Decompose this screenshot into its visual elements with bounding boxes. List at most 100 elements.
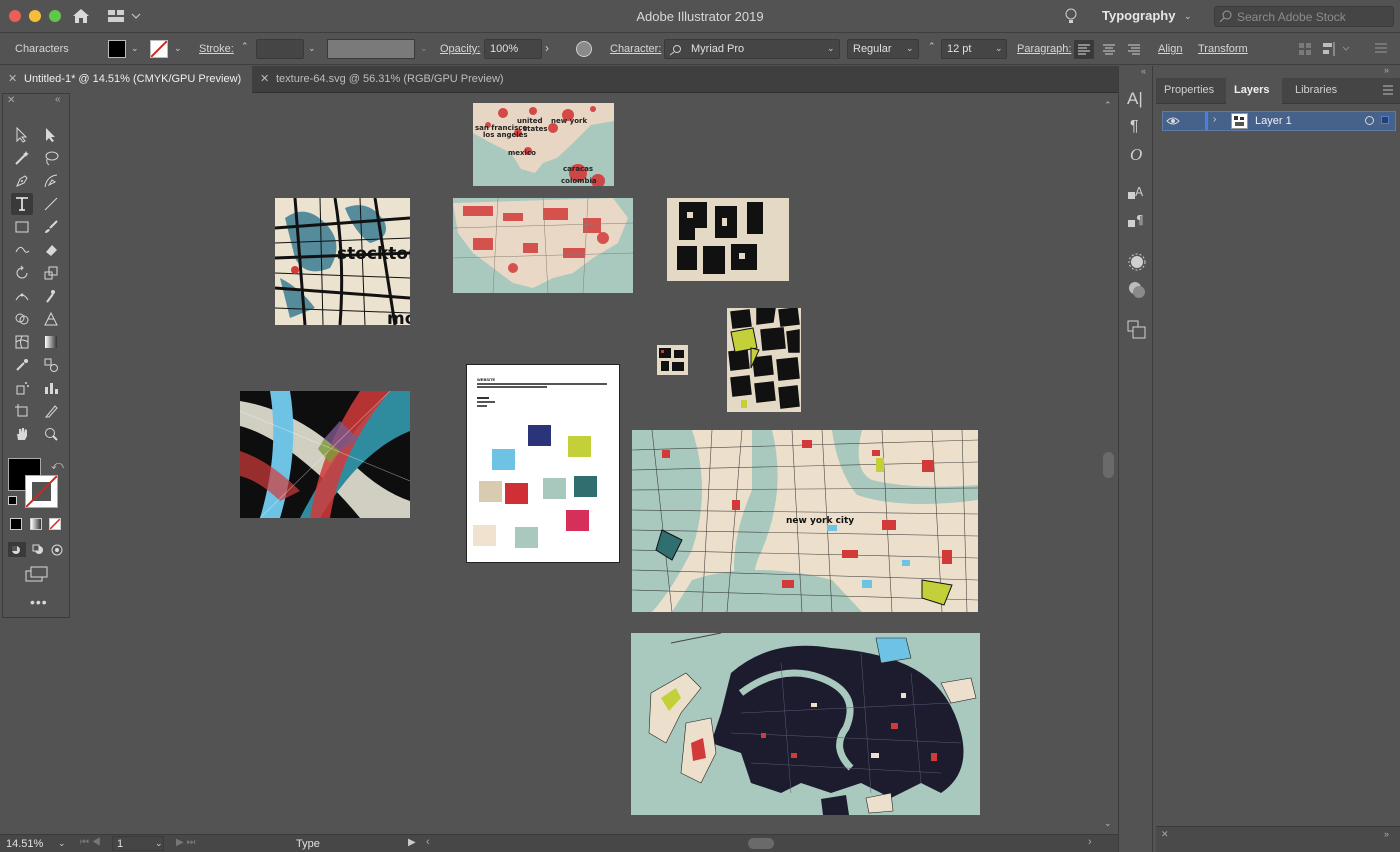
lightbulb-icon[interactable]: [1064, 7, 1078, 28]
chevron-up-icon[interactable]: ⌃: [1104, 100, 1112, 111]
home-icon[interactable]: [72, 8, 90, 27]
transform-link[interactable]: Transform: [1198, 43, 1248, 55]
close-window-button[interactable]: [9, 10, 21, 22]
fill-swatch[interactable]: [108, 40, 126, 58]
curvature-tool-icon[interactable]: [40, 170, 62, 192]
vertical-scrollbar[interactable]: ⌃ ⌄: [1100, 94, 1118, 834]
visibility-eye-icon[interactable]: [1166, 115, 1180, 130]
puppet-warp-tool-icon[interactable]: [40, 285, 62, 307]
screen-mode-icon[interactable]: [25, 566, 49, 585]
close-icon[interactable]: ✕: [1161, 829, 1169, 840]
stroke-swatch[interactable]: [150, 40, 168, 58]
color-swatch[interactable]: [528, 425, 551, 446]
draw-normal-icon[interactable]: [8, 542, 26, 557]
appearance-icon[interactable]: [1127, 252, 1147, 275]
workspace-switcher[interactable]: Typography: [1102, 8, 1175, 23]
draw-behind-icon[interactable]: [30, 542, 46, 560]
align-link[interactable]: Align: [1158, 43, 1182, 55]
selection-tool-icon[interactable]: [11, 124, 33, 146]
rotate-tool-icon[interactable]: [11, 262, 33, 284]
eyedropper-tool-icon[interactable]: [11, 354, 33, 376]
color-mode-icon[interactable]: [10, 518, 22, 530]
swap-colors-icon[interactable]: ⤺: [51, 458, 64, 473]
lasso-tool-icon[interactable]: [40, 147, 62, 169]
minimize-window-button[interactable]: [29, 10, 41, 22]
next-artboard-icon[interactable]: ▶ ⏭: [176, 837, 195, 848]
color-swatch[interactable]: [473, 525, 496, 546]
abstract-artwork[interactable]: [240, 391, 410, 518]
arrange-icon[interactable]: [1322, 41, 1352, 60]
chevron-right-icon[interactable]: ›: [545, 41, 549, 55]
status-menu-icon[interactable]: ▶: [408, 837, 416, 848]
stockton-map-artwork[interactable]: stockton mo: [275, 198, 410, 325]
chevron-down-icon[interactable]: ⌄: [1104, 818, 1112, 829]
chevron-down-icon[interactable]: ⌄: [308, 43, 316, 54]
close-icon[interactable]: ✕: [260, 72, 269, 85]
stroke-weight-field[interactable]: [256, 39, 304, 59]
city-blocks-artwork[interactable]: [727, 308, 801, 412]
chevron-right-icon[interactable]: ›: [1213, 114, 1216, 125]
direct-selection-tool-icon[interactable]: [40, 124, 62, 146]
scale-tool-icon[interactable]: [40, 262, 62, 284]
brush-definition[interactable]: [327, 39, 415, 59]
first-artboard-icon[interactable]: ⏮ ◀: [80, 837, 101, 848]
target-icon[interactable]: [1365, 116, 1374, 125]
opacity-label[interactable]: Opacity:: [440, 43, 480, 55]
shaper-tool-icon[interactable]: [11, 239, 33, 261]
paintbrush-tool-icon[interactable]: [40, 216, 62, 238]
stepper-icon[interactable]: ⌃: [928, 41, 936, 52]
color-swatch[interactable]: [515, 527, 538, 548]
close-icon[interactable]: ✕: [8, 72, 17, 85]
chevron-down-icon[interactable]: ⌄: [174, 43, 182, 54]
zoom-window-button[interactable]: [49, 10, 61, 22]
small-block-thumbnail[interactable]: [657, 345, 688, 375]
character-label[interactable]: Character:: [610, 43, 661, 55]
stock-search-input[interactable]: Search Adobe Stock: [1214, 6, 1394, 27]
align-left-icon[interactable]: [1074, 40, 1094, 59]
zoom-level[interactable]: 14.51%: [6, 838, 43, 850]
horizontal-scroll-thumb[interactable]: [748, 838, 774, 849]
chevron-down-icon[interactable]: ⌄: [131, 43, 139, 54]
collapse-panel-icon[interactable]: »: [1384, 829, 1389, 839]
new-york-city-map-artwork[interactable]: new york city: [632, 430, 978, 612]
recolor-artwork-icon[interactable]: [576, 41, 592, 57]
tab-layers[interactable]: Layers: [1234, 84, 1269, 96]
color-swatch[interactable]: [574, 476, 597, 497]
selection-indicator[interactable]: [1381, 116, 1389, 124]
north-america-map-artwork[interactable]: [453, 198, 633, 293]
perspective-grid-tool-icon[interactable]: [40, 308, 62, 330]
scroll-thumb[interactable]: [1103, 452, 1114, 478]
stepper-icon[interactable]: ⌃: [241, 41, 249, 52]
slice-tool-icon[interactable]: [40, 400, 62, 422]
americas-map-artwork[interactable]: united states new york san francisco los…: [473, 103, 614, 186]
column-graph-tool-icon[interactable]: [40, 377, 62, 399]
blend-tool-icon[interactable]: [40, 354, 62, 376]
color-swatch[interactable]: [479, 481, 502, 502]
color-swatch[interactable]: [543, 478, 566, 499]
color-swatch[interactable]: [566, 510, 589, 531]
chevron-down-icon[interactable]: ⌄: [827, 43, 835, 54]
collapse-panel-icon[interactable]: »: [1384, 65, 1389, 75]
artboards-panel-icon[interactable]: [1127, 320, 1147, 343]
width-tool-icon[interactable]: [11, 285, 33, 307]
color-palette-document[interactable]: WEBSITE: [466, 364, 620, 563]
pen-tool-icon[interactable]: [11, 170, 33, 192]
chevron-down-icon[interactable]: ⌄: [155, 838, 163, 849]
eraser-tool-icon[interactable]: [40, 239, 62, 261]
expand-panels-icon[interactable]: «: [1141, 66, 1146, 76]
opentype-panel-icon[interactable]: O: [1130, 145, 1142, 165]
rectangle-tool-icon[interactable]: [11, 216, 33, 238]
zoom-tool-icon[interactable]: [40, 423, 62, 445]
color-swatch[interactable]: [568, 436, 591, 457]
chevron-down-icon[interactable]: ⌄: [1184, 11, 1192, 22]
building-blocks-artwork[interactable]: [667, 198, 789, 281]
align-right-icon[interactable]: [1124, 40, 1144, 62]
venice-map-artwork[interactable]: [631, 633, 980, 815]
gradient-mode-icon[interactable]: [30, 518, 42, 530]
arrange-documents-icon[interactable]: [107, 8, 141, 27]
layer-row[interactable]: › Layer 1: [1162, 111, 1396, 131]
character-styles-icon[interactable]: A: [1127, 184, 1147, 205]
magic-wand-tool-icon[interactable]: [11, 147, 33, 169]
chevron-down-icon[interactable]: ⌄: [906, 43, 914, 54]
shape-builder-tool-icon[interactable]: [11, 308, 33, 330]
